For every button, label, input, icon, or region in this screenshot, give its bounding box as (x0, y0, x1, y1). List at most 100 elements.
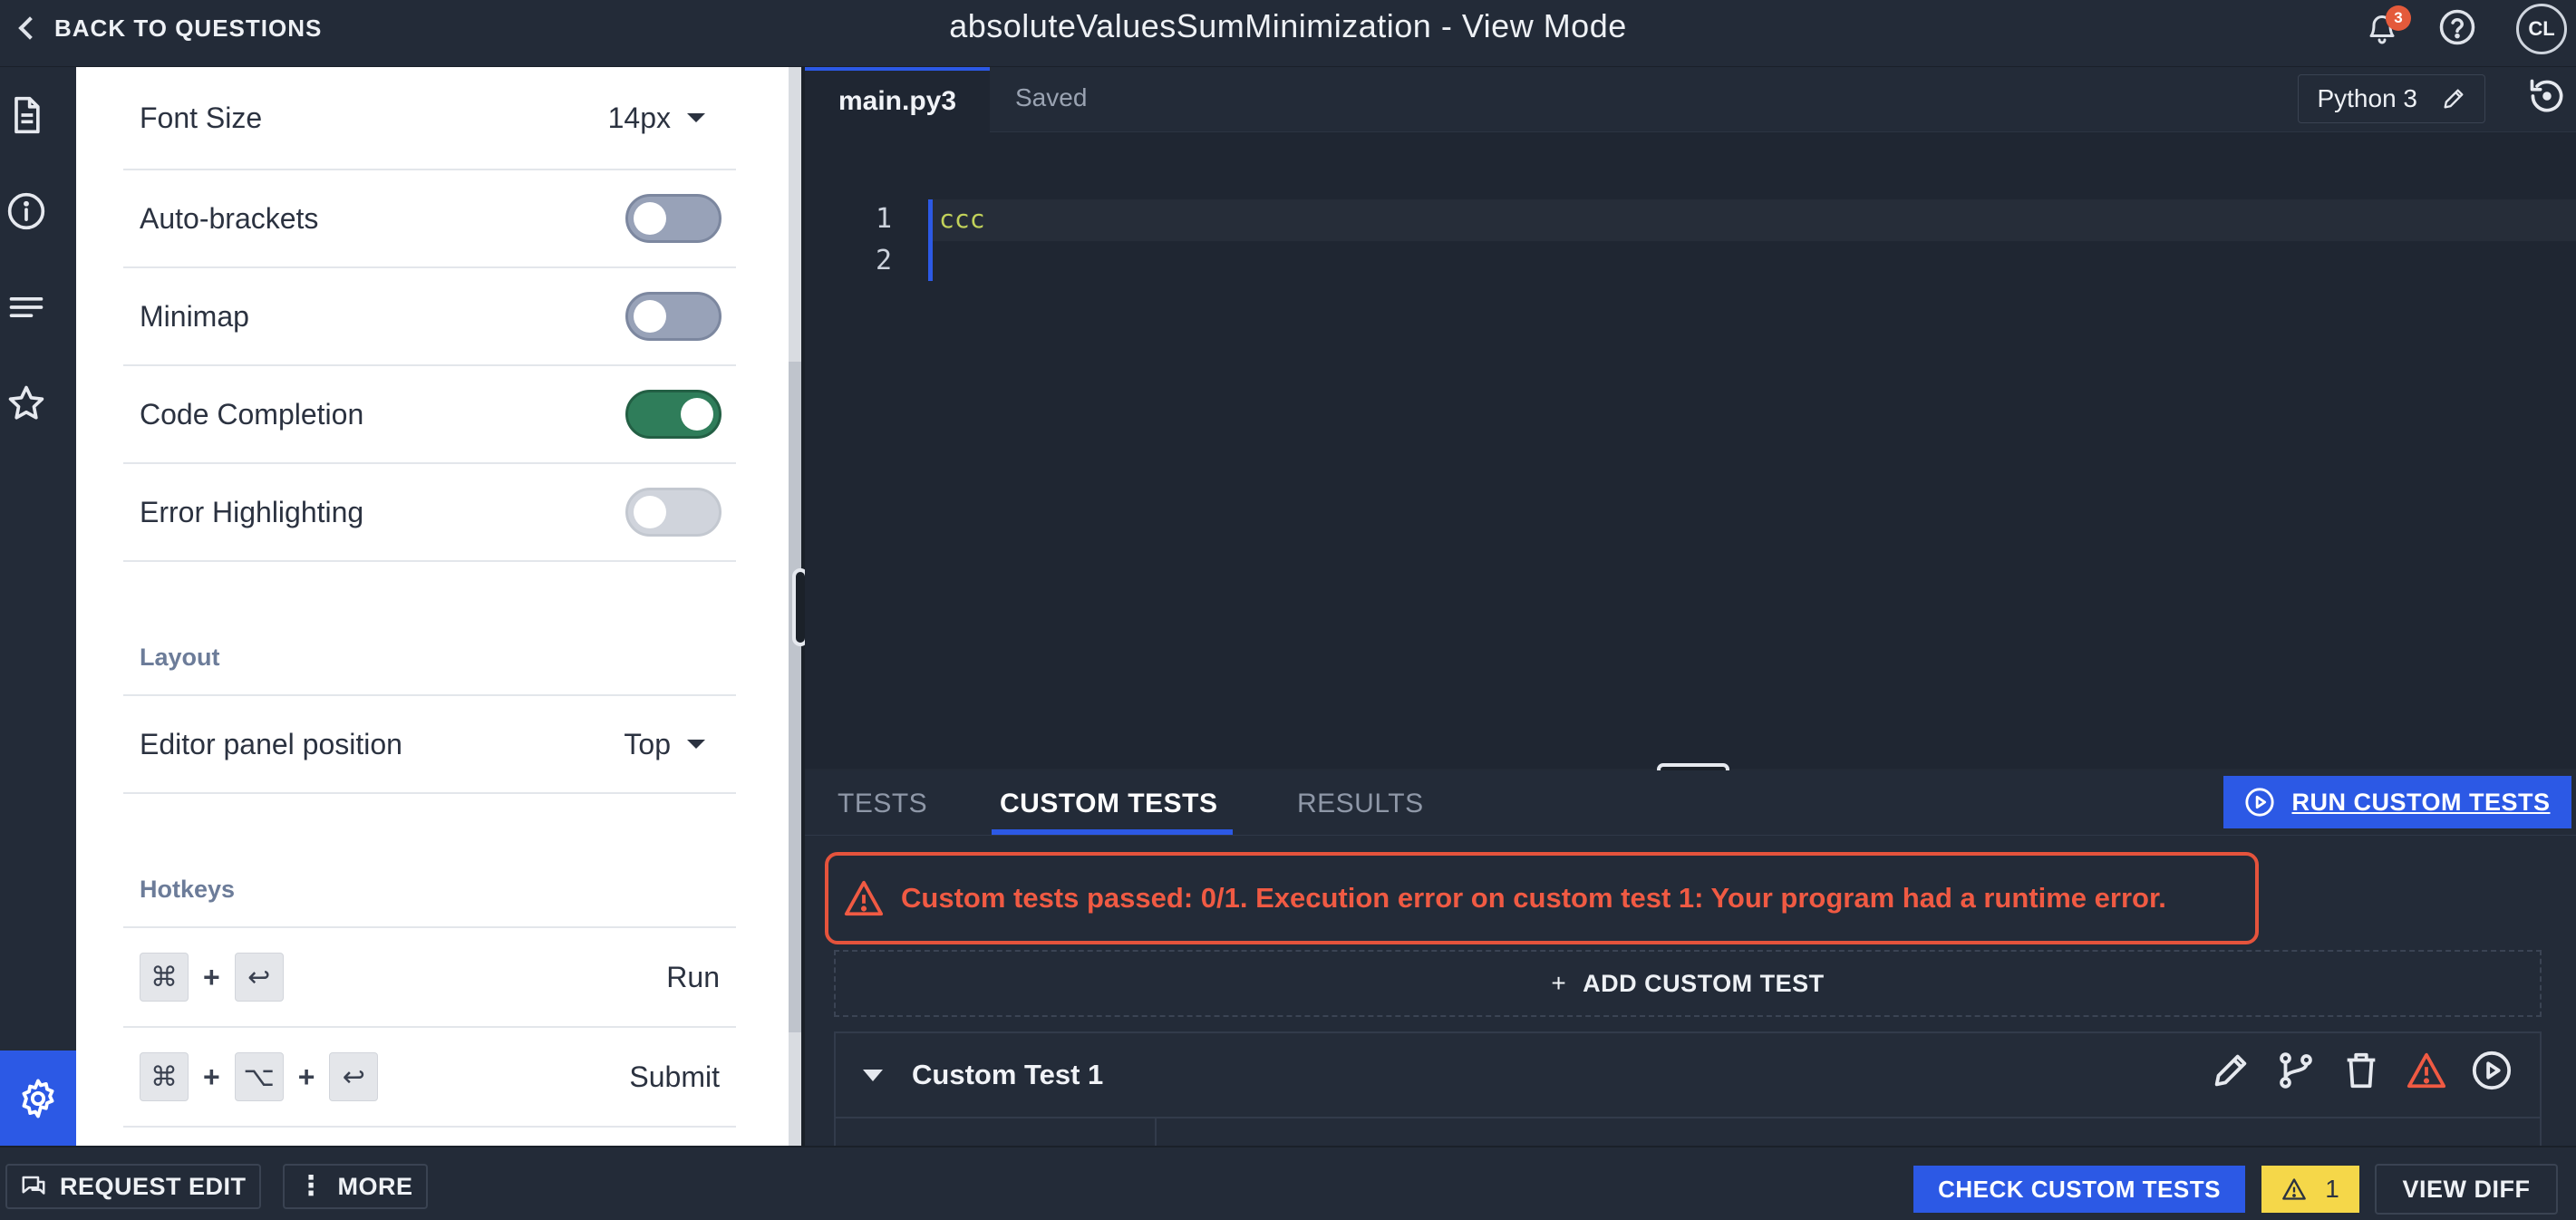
settings-panel: Font Size 14px Auto-brackets Minimap Cod… (76, 67, 789, 1146)
header-actions: 3 CL (2366, 2, 2567, 56)
return-key: ↩ (329, 1052, 379, 1101)
pencil-icon[interactable] (2210, 1050, 2252, 1091)
top-bar: BACK TO QUESTIONS absoluteValuesSumMinim… (0, 0, 2576, 67)
page-title: absoluteValuesSumMinimization - View Mod… (949, 7, 1627, 44)
favorites-tab[interactable] (0, 377, 53, 430)
command-key: ⌘ (140, 1052, 189, 1101)
list-tab[interactable] (0, 281, 53, 334)
current-line-highlight (930, 199, 2576, 241)
custom-test-actions (2210, 1050, 2513, 1091)
minimap-label: Minimap (140, 299, 249, 333)
hotkeys-section-title: Hotkeys (140, 876, 236, 903)
plus-sign: + (203, 1060, 220, 1093)
settings-tab[interactable] (0, 1051, 76, 1147)
warning-count: 1 (2325, 1175, 2339, 1203)
active-tab-underline (992, 829, 1233, 835)
option-key: ⌥ (234, 1052, 284, 1101)
reset-code-button[interactable] (2527, 76, 2567, 121)
toggle-knob (681, 398, 713, 431)
hotkey-action-run: Run (666, 960, 720, 993)
line-number: 1 (875, 203, 892, 235)
save-status: Saved (1015, 83, 1088, 111)
more-vertical-icon: ⋮ (297, 1171, 325, 1201)
editor-panel-position-label: Editor panel position (140, 727, 402, 760)
custom-test-card: Custom Test 1 (834, 1031, 2542, 1146)
tests-tab-bar: TESTS CUSTOM TESTS RESULTS RUN CUSTOM TE… (805, 770, 2576, 836)
auto-brackets-toggle[interactable] (625, 194, 721, 243)
auto-brackets-label: Auto-brackets (140, 201, 319, 235)
add-custom-test-button[interactable]: + ADD CUSTOM TEST (834, 950, 2542, 1017)
code-editor: main.py3 Saved Python 3 1 2 ccc (805, 67, 2576, 769)
error-highlighting-toggle[interactable] (625, 488, 721, 537)
line-focus-bar (928, 199, 933, 281)
caret-down-icon (687, 740, 705, 749)
minimap-toggle[interactable] (625, 292, 721, 341)
warning-icon (2407, 1052, 2446, 1089)
pencil-icon[interactable] (2441, 86, 2466, 111)
help-button[interactable] (2438, 8, 2476, 51)
run-custom-tests-label: RUN CUSTOM TESTS (2291, 788, 2551, 816)
warning-icon (2282, 1178, 2307, 1200)
layout-section-title: Layout (140, 644, 220, 671)
custom-test-input-column (836, 1118, 1157, 1146)
warning-icon (844, 880, 884, 916)
caret-down-icon[interactable] (863, 1070, 883, 1081)
check-custom-tests-button[interactable]: CHECK CUSTOM TESTS (1913, 1166, 2245, 1213)
editor-panel-position-dropdown[interactable]: Top (624, 728, 705, 761)
plus-sign: + (297, 1060, 315, 1093)
more-button[interactable]: ⋮ MORE (283, 1164, 428, 1209)
trash-icon[interactable] (2340, 1050, 2382, 1091)
command-key: ⌘ (140, 953, 189, 1002)
editor-panel-position-row: Editor panel position Top (123, 696, 736, 794)
scrollbar-thumb[interactable] (789, 362, 801, 1032)
gear-icon (22, 1079, 54, 1118)
history-icon (2530, 79, 2563, 112)
run-custom-tests-button[interactable]: RUN CUSTOM TESTS (2223, 776, 2571, 828)
request-edit-label: REQUEST EDIT (60, 1172, 247, 1200)
document-icon (15, 96, 40, 134)
error-highlighting-label: Error Highlighting (140, 495, 364, 528)
line-number: 2 (875, 245, 892, 276)
branch-icon[interactable] (2275, 1050, 2317, 1091)
info-tab[interactable] (0, 185, 53, 237)
hotkey-action-submit: Submit (629, 1060, 720, 1093)
minimap-row: Minimap (123, 268, 736, 366)
hotkey-row-submit: ⌘ + ⌥ + ↩ Submit (123, 1028, 736, 1128)
description-tab[interactable] (0, 89, 53, 141)
language-selector[interactable]: Python 3 (2298, 74, 2485, 123)
hotkey-keys: ⌘ + ↩ (123, 953, 284, 1002)
request-edit-button[interactable]: REQUEST EDIT (5, 1164, 261, 1209)
code-completion-row: Code Completion (123, 366, 736, 464)
font-size-row: Font Size 14px (123, 67, 736, 170)
editor-tab-bar: main.py3 Saved Python 3 (805, 67, 2576, 132)
add-custom-test-label: ADD CUSTOM TEST (1583, 969, 1825, 997)
tab-tests[interactable]: TESTS (838, 789, 927, 819)
hotkey-row-run: ⌘ + ↩ Run (123, 928, 736, 1028)
notifications-button[interactable]: 3 (2366, 5, 2411, 47)
info-icon (7, 192, 45, 230)
plus-sign: + (203, 960, 220, 993)
play-circle-icon (2245, 788, 2275, 817)
tests-panel: TESTS CUSTOM TESTS RESULTS RUN CUSTOM TE… (805, 770, 2576, 1146)
play-circle-icon[interactable] (2471, 1050, 2513, 1091)
warnings-badge[interactable]: 1 (2261, 1166, 2359, 1213)
code-text[interactable]: ccc (939, 204, 985, 234)
left-icon-rail (0, 67, 76, 1147)
file-tab[interactable]: main.py3 (805, 67, 990, 132)
view-diff-button[interactable]: VIEW DIFF (2375, 1164, 2558, 1215)
custom-test-header[interactable]: Custom Test 1 (836, 1033, 2540, 1118)
hotkey-keys: ⌘ + ⌥ + ↩ (123, 1052, 379, 1101)
tab-results[interactable]: RESULTS (1297, 789, 1424, 819)
notification-badge: 3 (2386, 5, 2411, 31)
toggle-knob (634, 202, 666, 235)
font-size-value: 14px (607, 101, 671, 134)
font-size-dropdown[interactable]: 14px (608, 102, 705, 135)
avatar[interactable]: CL (2516, 4, 2567, 54)
error-message: Custom tests passed: 0/1. Execution erro… (901, 882, 2166, 914)
code-completion-toggle[interactable] (625, 390, 721, 439)
plus-icon: + (1551, 969, 1567, 997)
code-completion-label: Code Completion (140, 397, 364, 431)
tab-custom-tests[interactable]: CUSTOM TESTS (1000, 789, 1217, 819)
more-label: MORE (337, 1172, 413, 1200)
star-icon (8, 385, 44, 420)
